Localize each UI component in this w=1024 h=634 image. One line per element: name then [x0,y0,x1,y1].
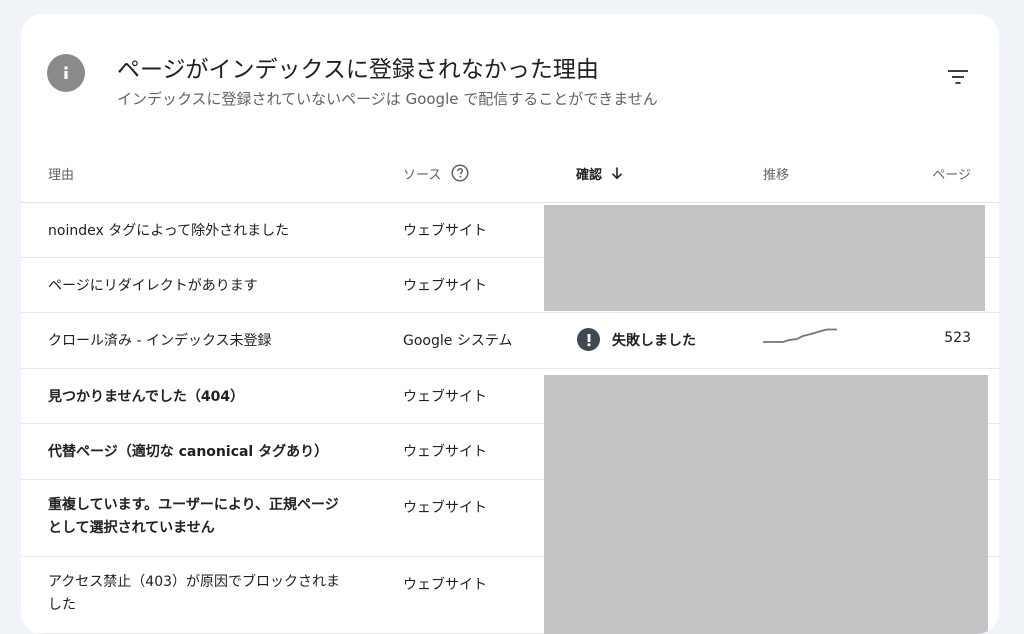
column-header-confirmation[interactable]: 確認 [576,144,624,202]
status-label: 失敗しました [612,332,696,349]
arrow-down-icon[interactable] [610,166,624,180]
redacted-area [544,375,988,634]
redacted-area [544,205,985,311]
card-subtitle: インデックスに登録されていないページは Google で配信することができません [117,90,658,108]
row-reason: ページにリダイレクトがあります [48,278,258,294]
row-reason: 重複しています。ユーザーにより、正規ページとして選択されていません [48,497,339,536]
trend-sparkline [763,328,837,343]
row-reason: 見つかりませんでした（404） [48,389,245,405]
table-row[interactable]: クロール済み - インデックス未登録 Google システム 失敗しました 52… [21,313,999,369]
status-badge: 失敗しました [577,328,696,351]
row-source: ウェブサイト [403,500,487,516]
column-header-pages[interactable]: ページ [932,144,971,202]
table-header: 理由 ソース 確認 推移 ページ [21,144,999,203]
row-source: ウェブサイト [403,577,487,593]
column-header-label: ソース [403,167,442,183]
column-header-label: 理由 [48,167,75,183]
card-title: ページがインデックスに登録されなかった理由 [117,57,599,83]
exclamation-icon [577,328,600,351]
row-reason: クロール済み - インデックス未登録 [48,333,272,349]
row-reason: 代替ページ（適切な canonical タグあり） [48,444,329,460]
not-indexed-reasons-card: ページがインデックスに登録されなかった理由 インデックスに登録されていないページ… [21,14,999,634]
column-header-label: ページ [932,167,971,183]
row-source: ウェブサイト [403,278,487,294]
column-header-trend[interactable]: 推移 [763,144,789,202]
card-header: ページがインデックスに登録されなかった理由 インデックスに登録されていないページ… [21,14,999,134]
filter-icon[interactable] [943,64,973,90]
row-source: ウェブサイト [403,444,487,460]
help-icon[interactable] [451,164,469,182]
row-source: ウェブサイト [403,223,487,239]
column-header-source[interactable]: ソース [403,144,469,202]
column-header-reason[interactable]: 理由 [48,144,74,202]
row-source: ウェブサイト [403,389,487,405]
row-pages: 523 [944,330,971,346]
row-reason: アクセス禁止（403）が原因でブロックされました [48,574,341,613]
column-header-label: 推移 [763,167,790,183]
row-reason: noindex タグによって除外されました [48,223,290,239]
row-source: Google システム [403,333,513,349]
column-header-label: 確認 [576,167,603,183]
info-icon [47,54,85,92]
